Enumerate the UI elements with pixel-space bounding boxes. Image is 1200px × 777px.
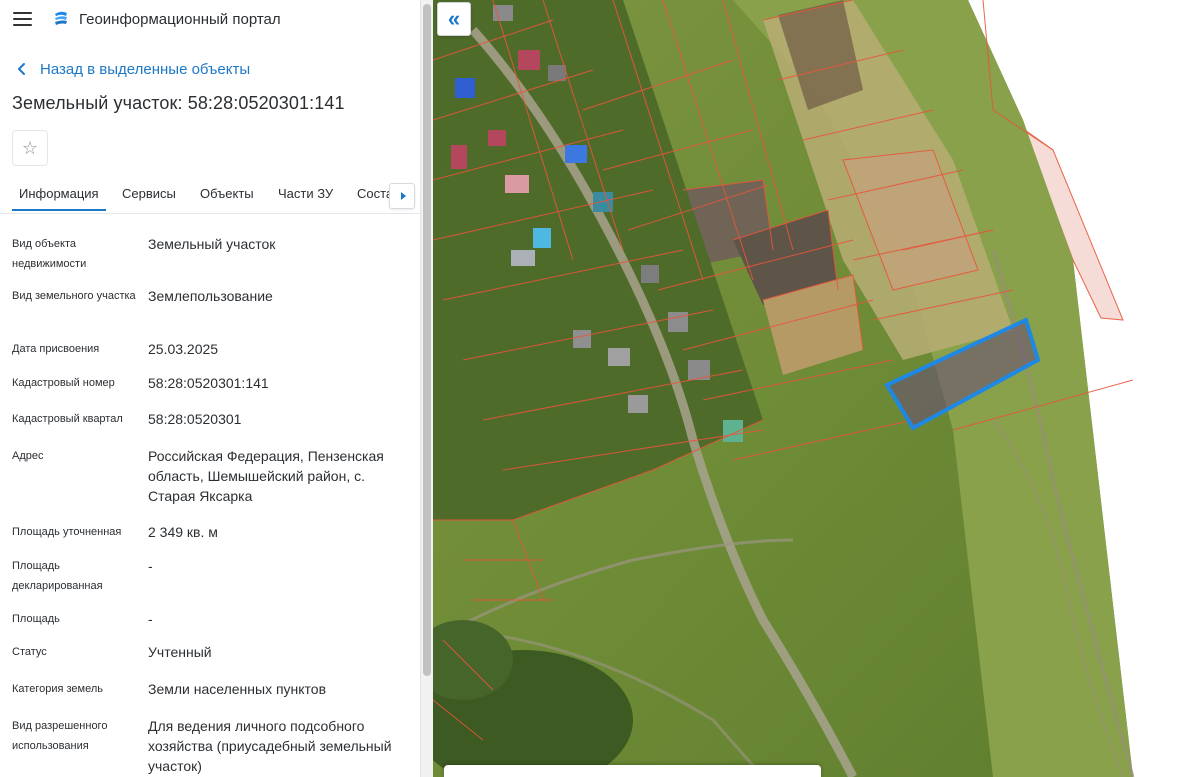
app-header: Геоинформационный портал — [0, 0, 420, 40]
map-view[interactable] — [433, 0, 1200, 777]
prop-label: Категория земель — [12, 683, 103, 695]
tab-bar: Информация Сервисы Объекты Части ЗУ Сост… — [0, 178, 420, 214]
prop-value: 25.03.2025 — [148, 341, 219, 357]
tab-services[interactable]: Сервисы — [122, 186, 176, 201]
prop-label: Статус — [12, 646, 47, 658]
prop-value: - — [148, 558, 153, 574]
prop-value: Для ведения личного подсобного хозяйства… — [148, 718, 392, 774]
prop-value: Российская Федерация, Пензенская область… — [148, 448, 384, 504]
favorite-button[interactable]: ☆ — [12, 130, 48, 166]
chevron-left-icon — [18, 63, 25, 75]
tab-information[interactable]: Информация — [12, 186, 106, 211]
prop-label: Кадастровый номер — [12, 377, 115, 389]
back-link-label: Назад в выделенные объекты — [40, 60, 251, 78]
prop-label: Дата присвоения — [12, 343, 100, 355]
tab-objects[interactable]: Объекты — [200, 186, 254, 201]
prop-value: 58:28:0520301:141 — [148, 375, 269, 391]
tabs-scroll-right-button[interactable] — [389, 183, 415, 209]
prop-value: Земельный участок — [148, 236, 276, 252]
caret-right-icon — [400, 192, 406, 200]
collapse-panel-button[interactable]: « — [437, 2, 471, 36]
portal-logo-icon — [55, 11, 67, 25]
prop-label: Площадь — [12, 613, 60, 625]
info-panel: Геоинформационный портал Назад в выделен… — [0, 0, 420, 777]
prop-value: - — [148, 611, 153, 627]
prop-value: 58:28:0520301 — [148, 411, 242, 427]
prop-label: Адрес — [12, 450, 44, 462]
panel-scrollbar[interactable] — [420, 0, 433, 777]
scrollbar-thumb[interactable] — [423, 4, 431, 676]
satellite-map[interactable] — [433, 0, 1200, 777]
map-bottom-card — [444, 765, 821, 777]
prop-label: Кадастровый квартал — [12, 413, 123, 425]
prop-value: Землепользование — [148, 288, 273, 304]
hamburger-icon[interactable] — [13, 12, 32, 26]
prop-label: Вид объекта недвижимости — [12, 238, 87, 270]
prop-label: Вид разрешенного использования — [12, 720, 108, 752]
prop-value: 2 349 кв. м — [148, 524, 218, 540]
prop-label: Площадь декларированная — [12, 560, 103, 592]
tab-composition[interactable]: Соста — [357, 186, 393, 201]
prop-value: Учтенный — [148, 644, 212, 660]
tab-parts[interactable]: Части ЗУ — [278, 186, 333, 201]
back-to-selected-link[interactable]: Назад в выделенные объекты — [16, 59, 250, 79]
star-icon: ☆ — [21, 138, 39, 158]
portal-title: Геоинформационный портал — [79, 11, 281, 28]
prop-label: Площадь уточненная — [12, 526, 122, 538]
page-title: Земельный участок: 58:28:0520301:141 — [12, 93, 345, 113]
prop-value: Земли населенных пунктов — [148, 681, 327, 697]
prop-label: Вид земельного участка — [12, 290, 136, 302]
